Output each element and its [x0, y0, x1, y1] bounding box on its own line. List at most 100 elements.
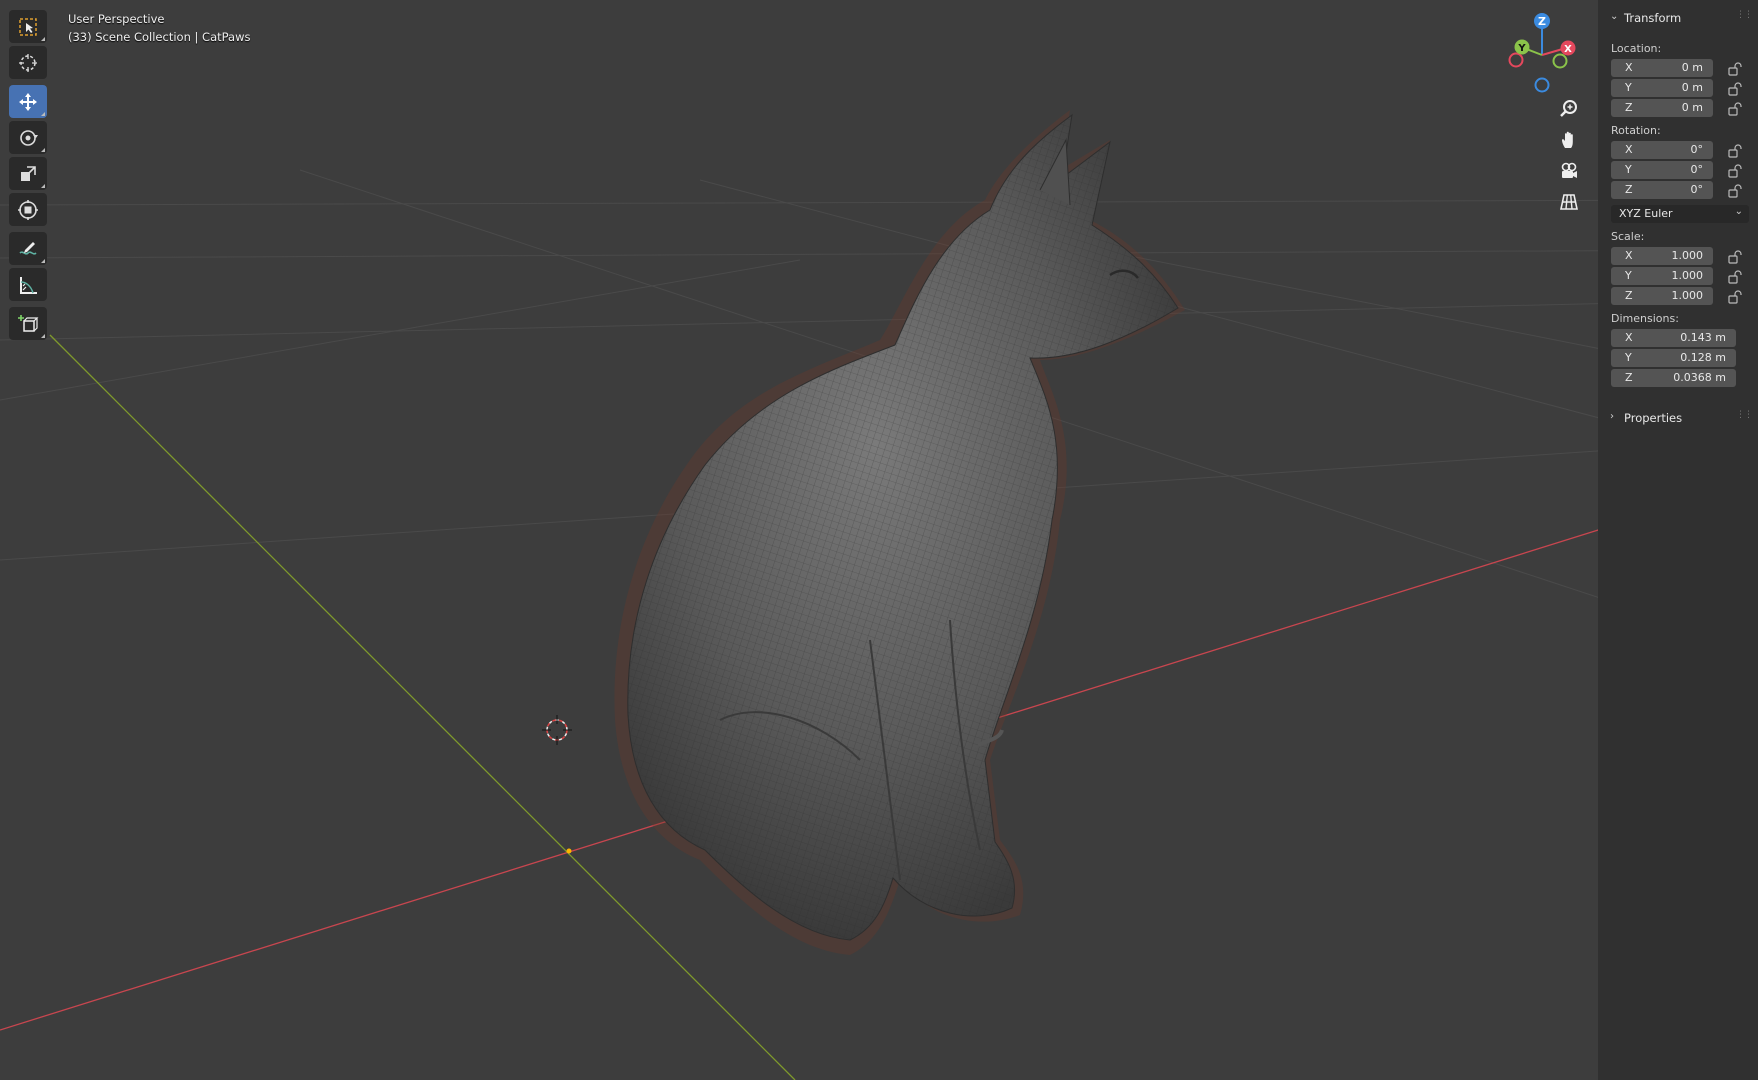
scale-tool[interactable] — [9, 157, 47, 190]
field-value: 0° — [1690, 183, 1704, 196]
zoom-button[interactable] — [1554, 95, 1584, 123]
lock-icon[interactable] — [1728, 249, 1744, 264]
navigation-gizmo[interactable]: Z X Y — [1500, 8, 1580, 100]
axis-label: Y — [1625, 351, 1632, 364]
rotation-x-field[interactable]: X 0° — [1611, 141, 1713, 159]
camera-view-button[interactable] — [1554, 157, 1584, 185]
cat-mesh-object[interactable] — [614, 110, 1185, 955]
scale-z-field[interactable]: Z 1.000 — [1611, 287, 1713, 305]
lock-icon[interactable] — [1728, 61, 1744, 76]
transform-tool[interactable] — [9, 193, 47, 226]
chevron-down-icon: ⌄ — [1734, 206, 1743, 217]
rotation-label: Rotation: — [1611, 124, 1661, 137]
rotation-mode-value: XYZ Euler — [1619, 207, 1673, 220]
sidebar-panel: ⌄ Transform ⋮⋮ Location: X 0 m Y 0 m Z 0 m Ro… — [1598, 0, 1758, 1080]
axis-label: Z — [1625, 101, 1633, 114]
location-y-field[interactable]: Y 0 m — [1611, 79, 1713, 97]
location-z-field[interactable]: Z 0 m — [1611, 99, 1713, 117]
3d-cursor-icon — [542, 715, 572, 745]
world-origin-dot — [566, 848, 572, 854]
properties-panel-header[interactable]: › Properties ⋮⋮ — [1598, 408, 1758, 428]
axis-label: Z — [1625, 183, 1633, 196]
grid-ortho-icon — [1560, 194, 1578, 210]
transform-panel-title: Transform — [1624, 11, 1682, 25]
toggle-perspective-button[interactable] — [1554, 188, 1584, 216]
add-cube-icon — [18, 314, 39, 332]
rotate-tool[interactable] — [9, 121, 47, 154]
3d-viewport[interactable]: User Perspective (33) Scene Collection |… — [0, 0, 1758, 1080]
chevron-right-icon: › — [1610, 411, 1614, 422]
chevron-down-icon: ⌄ — [1610, 11, 1619, 22]
drag-grip-icon[interactable]: ⋮⋮ — [1736, 410, 1753, 420]
axis-label: Y — [1625, 163, 1632, 176]
field-value: 0.143 m — [1680, 331, 1726, 344]
axis-label: Y — [1625, 269, 1632, 282]
select-box-tool[interactable] — [9, 10, 47, 43]
pan-hand-icon — [1562, 131, 1573, 148]
add-cube-tool[interactable] — [9, 307, 47, 340]
field-value: 1.000 — [1671, 249, 1704, 262]
scale-y-field[interactable]: Y 1.000 — [1611, 267, 1713, 285]
dimensions-z-field[interactable]: Z 0.0368 m — [1611, 369, 1736, 387]
gizmo-neg-x-axis[interactable] — [1508, 52, 1524, 68]
gizmo-neg-y-axis[interactable] — [1552, 53, 1568, 69]
field-value: 1.000 — [1671, 289, 1704, 302]
viewport-scene[interactable] — [0, 0, 1758, 1080]
properties-panel-title: Properties — [1624, 411, 1683, 425]
cursor-tool[interactable] — [9, 46, 47, 79]
transform-panel-header[interactable]: ⌄ Transform ⋮⋮ — [1598, 8, 1758, 28]
field-value: 0.0368 m — [1673, 371, 1726, 384]
dimensions-y-field[interactable]: Y 0.128 m — [1611, 349, 1736, 367]
annotate-tool[interactable] — [9, 232, 47, 265]
dimensions-x-field[interactable]: X 0.143 m — [1611, 329, 1736, 347]
axis-label: X — [1625, 331, 1633, 344]
measure-icon — [20, 276, 37, 294]
lock-icon[interactable] — [1728, 183, 1744, 198]
rotate-icon — [20, 129, 38, 146]
location-label: Location: — [1611, 42, 1662, 55]
field-value: 0.128 m — [1680, 351, 1726, 364]
gizmo-z-label: Z — [1538, 15, 1546, 28]
transform-icon — [18, 199, 38, 220]
view-name-label: User Perspective — [68, 12, 165, 26]
field-value: 0° — [1690, 163, 1704, 176]
lock-icon[interactable] — [1728, 163, 1744, 178]
annotate-icon — [19, 241, 37, 255]
lock-icon[interactable] — [1728, 143, 1744, 158]
gizmo-y-label: Y — [1517, 43, 1526, 54]
lock-icon[interactable] — [1728, 101, 1744, 116]
rotation-mode-dropdown[interactable]: XYZ Euler ⌄ — [1611, 205, 1749, 223]
camera-icon — [1561, 162, 1577, 178]
drag-grip-icon[interactable]: ⋮⋮ — [1736, 10, 1753, 20]
dimensions-label: Dimensions: — [1611, 312, 1679, 325]
field-value: 1.000 — [1671, 269, 1704, 282]
zoom-icon — [1560, 100, 1577, 117]
cursor-icon — [19, 53, 37, 72]
scale-label: Scale: — [1611, 230, 1645, 243]
rotation-y-field[interactable]: Y 0° — [1611, 161, 1713, 179]
field-value: 0 m — [1681, 101, 1703, 114]
move-tool[interactable] — [9, 85, 47, 118]
select-box-icon — [19, 17, 37, 36]
pan-button[interactable] — [1554, 126, 1584, 154]
rotation-z-field[interactable]: Z 0° — [1611, 181, 1713, 199]
lock-icon[interactable] — [1728, 289, 1744, 304]
location-x-field[interactable]: X 0 m — [1611, 59, 1713, 77]
measure-tool[interactable] — [9, 268, 47, 301]
axis-label: X — [1625, 143, 1633, 156]
axis-label: X — [1625, 249, 1633, 262]
field-value: 0 m — [1681, 61, 1703, 74]
lock-icon[interactable] — [1728, 269, 1744, 284]
axis-label: Z — [1625, 371, 1633, 384]
scale-x-field[interactable]: X 1.000 — [1611, 247, 1713, 265]
gizmo-neg-z-axis[interactable] — [1534, 77, 1550, 93]
axis-label: X — [1625, 61, 1633, 74]
scale-icon — [21, 165, 36, 181]
tool-shelf — [9, 10, 49, 343]
field-value: 0 m — [1681, 81, 1703, 94]
axis-label: Z — [1625, 289, 1633, 302]
lock-icon[interactable] — [1728, 81, 1744, 96]
field-value: 0° — [1690, 143, 1704, 156]
move-icon — [19, 92, 37, 111]
scene-collection-label: (33) Scene Collection | CatPaws — [68, 30, 251, 44]
